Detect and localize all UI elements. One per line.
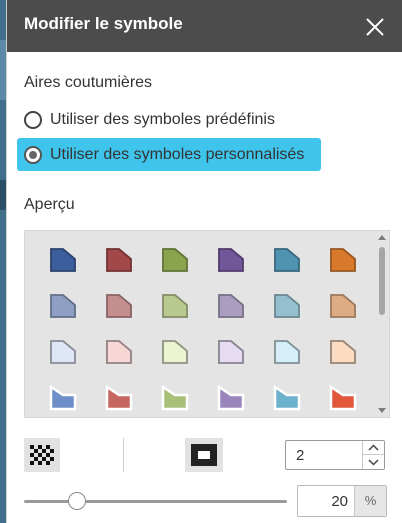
- symbol-swatch[interactable]: [201, 283, 257, 329]
- transparency-field[interactable]: %: [297, 485, 387, 517]
- dialog-title: Modifier le symbole: [24, 14, 183, 33]
- symbol-swatch[interactable]: [313, 237, 369, 283]
- checker-pattern-icon[interactable]: [24, 438, 60, 472]
- stepper-arrows: [362, 441, 384, 469]
- fill-style-icon[interactable]: [185, 438, 223, 472]
- symbol-swatch[interactable]: [89, 237, 145, 283]
- symbol-swatch[interactable]: [201, 237, 257, 283]
- preview-scrollbar[interactable]: [375, 231, 389, 417]
- scroll-down-icon[interactable]: [378, 408, 386, 413]
- close-icon[interactable]: [365, 17, 385, 37]
- symbol-swatch[interactable]: [257, 283, 313, 329]
- transparency-slider-thumb[interactable]: [67, 492, 86, 510]
- outline-width-input[interactable]: [286, 441, 362, 469]
- symbol-swatch[interactable]: [145, 283, 201, 329]
- predefined-label: Utiliser des symboles prédéfinis: [50, 111, 275, 128]
- symbol-swatch[interactable]: [257, 329, 313, 375]
- symbol-swatch[interactable]: [313, 329, 369, 375]
- transparency-input[interactable]: [298, 486, 354, 516]
- dialog-titlebar: Modifier le symbole: [7, 0, 402, 52]
- outline-width-stepper[interactable]: [285, 440, 385, 470]
- predefined-radio[interactable]: [24, 111, 42, 129]
- symbol-swatch[interactable]: [89, 375, 145, 417]
- symbol-swatch[interactable]: [201, 375, 257, 417]
- decrement-icon[interactable]: [363, 455, 384, 469]
- symbol-swatch[interactable]: [33, 283, 89, 329]
- symbol-swatch[interactable]: [89, 329, 145, 375]
- preview-label: Aperçu: [24, 196, 75, 213]
- symbol-swatch[interactable]: [313, 375, 369, 417]
- custom-symbols-option[interactable]: Utiliser des symboles personnalisés: [24, 140, 304, 170]
- transparency-slider[interactable]: [24, 500, 287, 503]
- scroll-thumb[interactable]: [379, 247, 385, 315]
- custom-label: Utiliser des symboles personnalisés: [50, 146, 305, 163]
- symbol-preview-panel: [24, 230, 390, 418]
- symbol-dialog: Modifier le symbole Aires coutumières Ut…: [6, 0, 402, 523]
- symbol-swatch[interactable]: [257, 237, 313, 283]
- predefined-symbols-option[interactable]: Utiliser des symboles prédéfinis: [24, 105, 275, 135]
- scroll-up-icon[interactable]: [378, 235, 386, 240]
- symbol-swatch[interactable]: [145, 237, 201, 283]
- custom-radio[interactable]: [24, 146, 42, 164]
- control-divider: [123, 438, 124, 472]
- symbol-swatch[interactable]: [33, 329, 89, 375]
- layer-name: Aires coutumières: [24, 74, 153, 91]
- symbol-swatch[interactable]: [33, 375, 89, 417]
- symbol-swatch[interactable]: [33, 237, 89, 283]
- symbol-swatch[interactable]: [145, 329, 201, 375]
- symbol-swatch[interactable]: [313, 283, 369, 329]
- symbol-swatch[interactable]: [89, 283, 145, 329]
- symbol-swatch[interactable]: [257, 375, 313, 417]
- symbol-swatch[interactable]: [201, 329, 257, 375]
- symbol-swatch[interactable]: [145, 375, 201, 417]
- percent-unit: %: [354, 486, 386, 516]
- increment-icon[interactable]: [363, 441, 384, 455]
